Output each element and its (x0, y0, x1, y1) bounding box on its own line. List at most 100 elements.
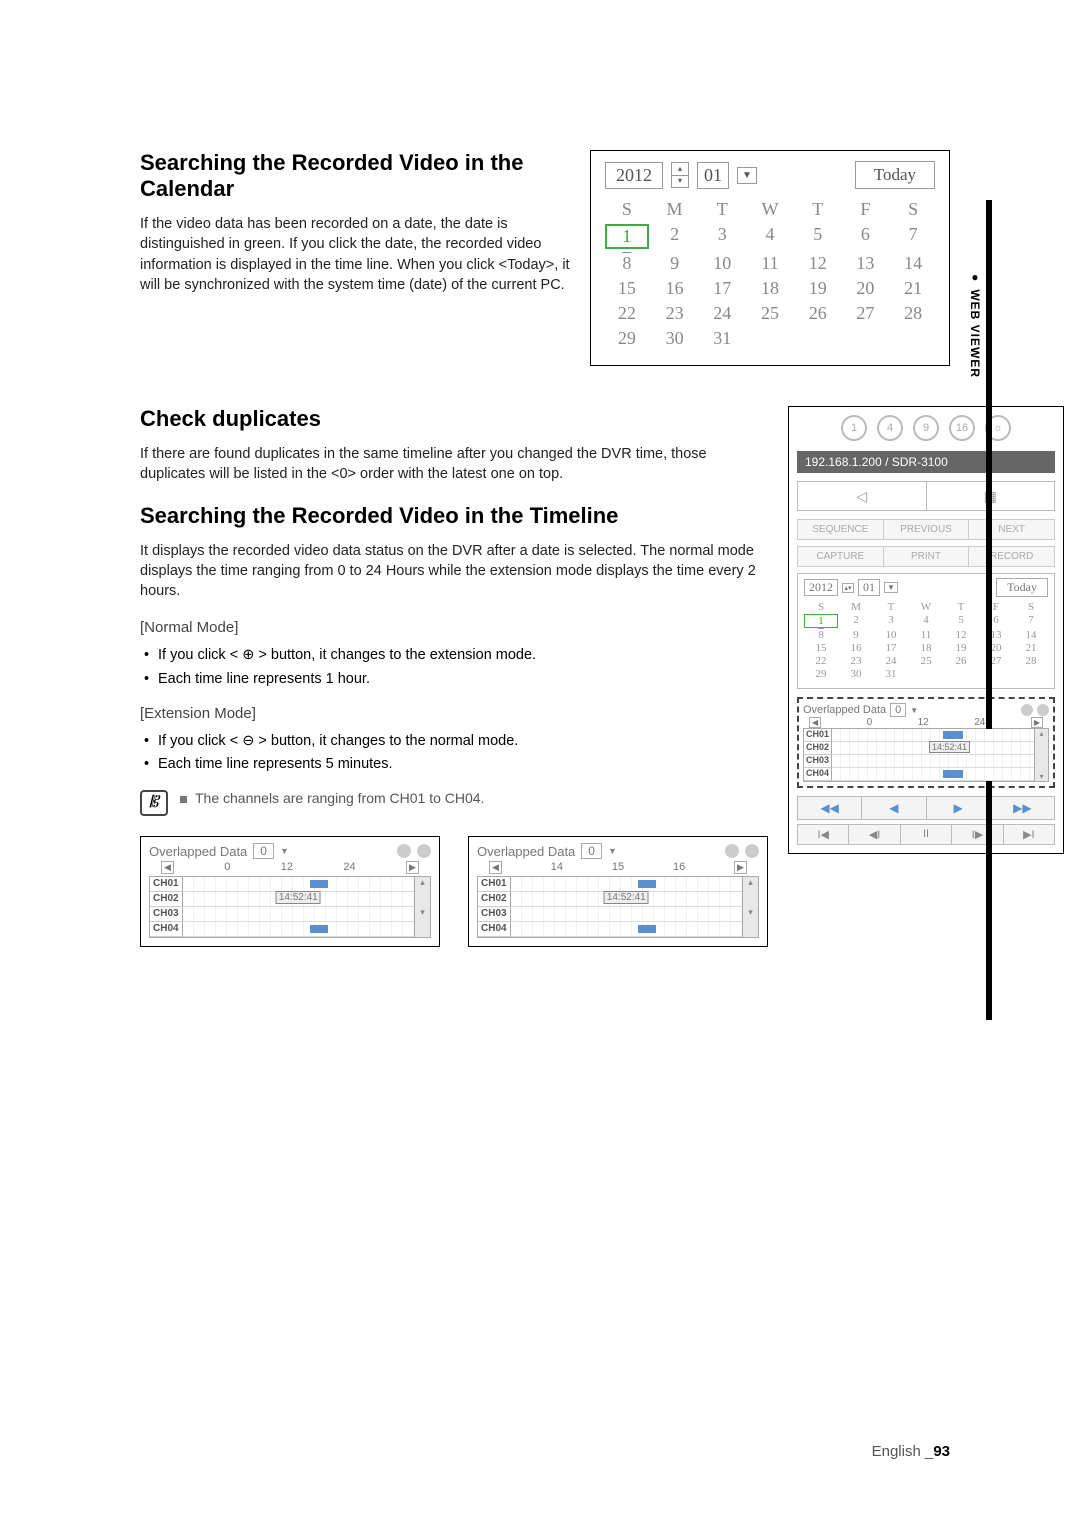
calendar-day[interactable]: 25 (909, 655, 943, 667)
timeline-track[interactable] (183, 907, 414, 922)
timeline-track[interactable] (511, 922, 742, 937)
calendar-day[interactable]: 26 (796, 303, 840, 324)
month-dropdown-icon[interactable]: ▼ (737, 167, 757, 184)
calendar-day[interactable]: 17 (874, 642, 908, 654)
panel-cal-month[interactable]: 01 (858, 579, 880, 596)
calendar-day[interactable]: 18 (748, 278, 792, 299)
step-button[interactable]: I▶ (952, 825, 1003, 844)
calendar-day[interactable]: 14 (1014, 629, 1048, 641)
calendar-day[interactable]: 11 (909, 629, 943, 641)
calendar-day[interactable]: 31 (700, 328, 744, 349)
calendar-day[interactable]: 16 (839, 642, 873, 654)
calendar-day[interactable]: 1 (605, 224, 649, 249)
step-button[interactable]: ◀I (849, 825, 900, 844)
calendar-day[interactable]: 25 (748, 303, 792, 324)
zoom-in-icon[interactable] (1021, 704, 1033, 716)
panel-button[interactable]: CAPTURE (798, 547, 884, 566)
calendar-day[interactable]: 8 (605, 253, 649, 274)
calendar-day[interactable]: 13 (844, 253, 888, 274)
zoom-in-icon[interactable] (725, 844, 739, 858)
panel-today-button[interactable]: Today (996, 578, 1048, 597)
calendar-day[interactable]: 11 (748, 253, 792, 274)
calendar-day[interactable]: 18 (909, 642, 943, 654)
calendar-day[interactable]: 2 (839, 614, 873, 628)
calendar-day[interactable]: 21 (1014, 642, 1048, 654)
overlap-dropdown-icon[interactable]: ▼ (608, 846, 617, 856)
panel-month-dropdown-icon[interactable]: ▼ (884, 582, 898, 593)
cal-month-select[interactable]: 01 (697, 162, 729, 189)
calendar-day[interactable]: 24 (700, 303, 744, 324)
calendar-day[interactable]: 10 (700, 253, 744, 274)
layout-button[interactable]: 1 (841, 415, 867, 441)
calendar-day[interactable]: 6 (979, 614, 1013, 628)
layout-button[interactable]: 4 (877, 415, 903, 441)
cal-year[interactable]: 2012 (605, 162, 663, 189)
layout-button[interactable]: 16 (949, 415, 975, 441)
ruler-next-icon[interactable]: ▶ (734, 861, 747, 874)
calendar-day[interactable]: 15 (804, 642, 838, 654)
calendar-day[interactable]: 27 (844, 303, 888, 324)
playback-button[interactable]: ◀ (862, 797, 926, 819)
calendar-day[interactable]: 5 (944, 614, 978, 628)
calendar-day[interactable]: 28 (1014, 655, 1048, 667)
panel-year-spinner[interactable]: ▴▾ (842, 583, 854, 593)
calendar-day[interactable]: 7 (891, 224, 935, 249)
calendar-day[interactable]: 23 (653, 303, 697, 324)
panel-button[interactable]: PREVIOUS (884, 520, 970, 539)
calendar-day[interactable]: 29 (605, 328, 649, 349)
timeline-cursor[interactable]: 14:52:41 (604, 891, 649, 904)
calendar-day[interactable]: 13 (979, 629, 1013, 641)
today-button[interactable]: Today (855, 161, 935, 189)
calendar-day[interactable]: 27 (979, 655, 1013, 667)
calendar-day[interactable]: 5 (796, 224, 840, 249)
playback-button[interactable]: ▶ (927, 797, 991, 819)
calendar-day[interactable]: 2 (653, 224, 697, 249)
zoom-out-icon[interactable] (745, 844, 759, 858)
step-button[interactable]: II (901, 825, 952, 844)
playback-button[interactable]: ◀◀ (798, 797, 862, 819)
panel-button[interactable]: RECORD (969, 547, 1054, 566)
overlap-dropdown-icon[interactable]: ▼ (910, 706, 918, 715)
overlap-selector[interactable]: 0 (253, 843, 274, 859)
panel-button[interactable]: SEQUENCE (798, 520, 884, 539)
ruler-next-icon[interactable]: ▶ (406, 861, 419, 874)
step-button[interactable]: I◀ (798, 825, 849, 844)
scroll-up-icon[interactable]: ▴ (742, 877, 758, 907)
panel-button[interactable]: NEXT (969, 520, 1054, 539)
timeline-track[interactable] (511, 907, 742, 922)
calendar-day[interactable]: 12 (944, 629, 978, 641)
scroll-down-icon[interactable]: ▾ (414, 907, 430, 937)
ruler-prev-icon[interactable]: ◀ (161, 861, 174, 874)
calendar-day[interactable]: 28 (891, 303, 935, 324)
calendar-day[interactable]: 4 (909, 614, 943, 628)
zoom-out-icon[interactable] (417, 844, 431, 858)
scroll-up-icon[interactable]: ▴ (1035, 729, 1048, 738)
calendar-day[interactable]: 8 (804, 629, 838, 641)
calendar-day[interactable]: 3 (700, 224, 744, 249)
panel-cal-year[interactable]: 2012 (804, 579, 838, 596)
calendar-day[interactable]: 16 (653, 278, 697, 299)
calendar-day[interactable]: 20 (979, 642, 1013, 654)
calendar-day[interactable]: 23 (839, 655, 873, 667)
calendar-day[interactable]: 20 (844, 278, 888, 299)
calendar-day[interactable]: 7 (1014, 614, 1048, 628)
year-spinner[interactable]: ▴▾ (671, 162, 689, 188)
playback-button[interactable]: ▶▶ (991, 797, 1054, 819)
calendar-day[interactable]: 29 (804, 668, 838, 680)
calendar-day[interactable]: 4 (748, 224, 792, 249)
timeline-track[interactable] (511, 877, 742, 892)
calendar-day[interactable]: 15 (605, 278, 649, 299)
calendar-day[interactable]: 21 (891, 278, 935, 299)
step-button[interactable]: ▶I (1004, 825, 1054, 844)
timeline-track[interactable] (183, 922, 414, 937)
calendar-day[interactable]: 3 (874, 614, 908, 628)
panel-button[interactable]: PRINT (884, 547, 970, 566)
overlap-selector[interactable]: 0 (581, 843, 602, 859)
calendar-day[interactable]: 31 (874, 668, 908, 680)
zoom-out-icon[interactable] (1037, 704, 1049, 716)
calendar-day[interactable]: 1 (804, 614, 838, 628)
calendar-day[interactable]: 9 (839, 629, 873, 641)
calendar-day[interactable]: 22 (605, 303, 649, 324)
overlap-dropdown-icon[interactable]: ▼ (280, 846, 289, 856)
timeline-cursor[interactable]: 14:52:41 (276, 891, 321, 904)
